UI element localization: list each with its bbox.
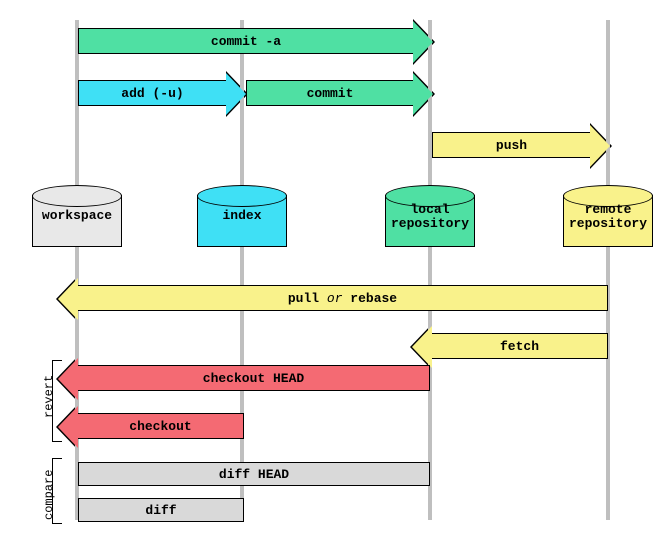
arrow-pull-or-rebase: pull or rebase [78,285,608,311]
stage-local-repo: local repository [385,195,475,247]
arrow-label: push [496,138,527,153]
stage-index: index [197,195,287,247]
arrow-label: fetch [500,339,539,354]
bar-label: diff HEAD [219,467,289,482]
stage-workspace: workspace [32,195,122,247]
arrow-label: commit [307,86,354,101]
arrow-commit: commit [246,80,413,106]
arrow-checkout-head: checkout HEAD [78,365,430,391]
bracket-revert [52,360,62,442]
arrow-add-u: add (-u) [78,80,226,106]
bar-diff: diff [78,498,244,522]
arrow-label: add (-u) [121,86,183,101]
stage-label: workspace [33,209,121,223]
arrow-fetch: fetch [432,333,608,359]
stage-line-remote-repo [606,20,610,520]
arrow-checkout: checkout [78,413,244,439]
stage-label: index [198,209,286,223]
arrow-label: checkout [129,419,191,434]
arrow-label: checkout HEAD [203,371,304,386]
arrow-commit-a: commit -a [78,28,413,54]
stage-remote-repo: remote repository [563,195,653,247]
bracket-compare [52,458,62,524]
stage-label: local repository [386,203,474,232]
bar-diff-head: diff HEAD [78,462,430,486]
bar-label: diff [145,503,176,518]
git-data-flow-diagram: commit -a add (-u) commit push workspace… [0,0,666,550]
arrow-push: push [432,132,590,158]
arrow-label: pull or rebase [288,291,397,306]
stage-label: remote repository [564,203,652,232]
arrow-label: commit -a [211,34,281,49]
